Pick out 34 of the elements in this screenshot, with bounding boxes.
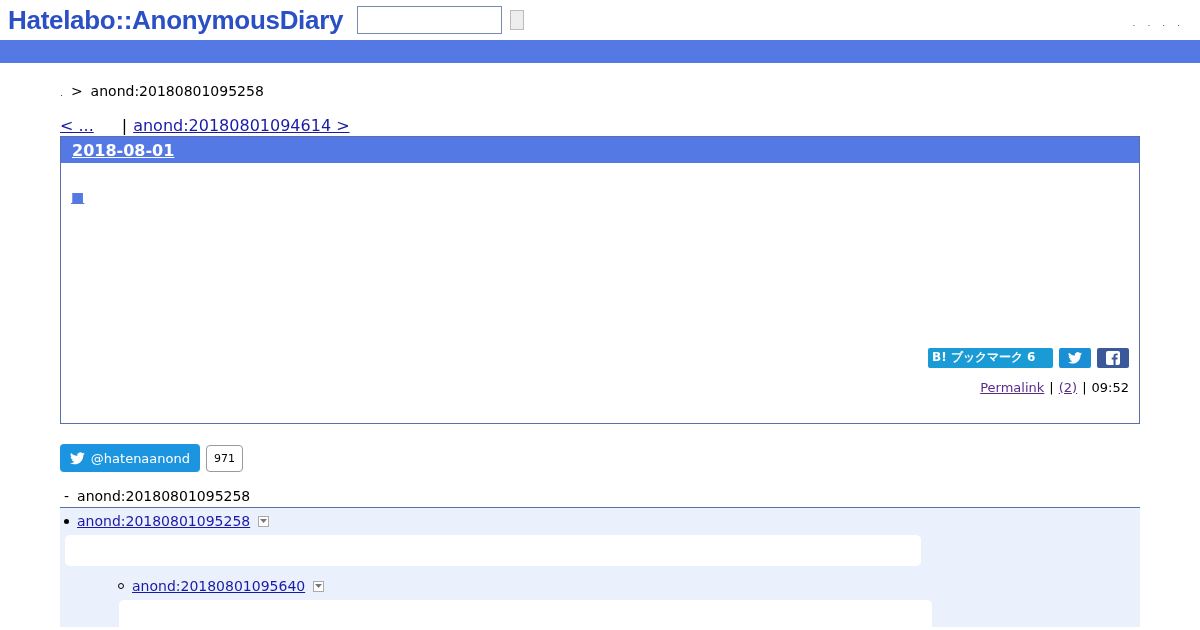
caret-icon (315, 584, 323, 588)
previous-link[interactable]: < ... (60, 116, 116, 135)
comments-link[interactable]: (2) (1058, 380, 1078, 395)
nav-link[interactable]: . (1177, 12, 1180, 28)
dropdown-toggle[interactable] (258, 515, 270, 527)
reference-link[interactable]: anond:20180801095258 (77, 513, 251, 529)
bird-icon (70, 451, 85, 465)
title-link[interactable]: ■ (71, 189, 85, 205)
follower-count: 971 (206, 444, 243, 472)
site-logo[interactable]: Hatelabo::AnonymousDiary (8, 4, 344, 36)
footer-separator: | (1082, 380, 1087, 395)
section-marker: - (64, 488, 70, 504)
facebook-share-button[interactable] (1097, 348, 1129, 368)
next-link[interactable]: anond:20180801094614 > (133, 116, 350, 135)
bullet-icon (64, 518, 69, 524)
nav-link[interactable]: . (1132, 12, 1136, 28)
tweet-button[interactable] (1059, 348, 1091, 368)
facebook-icon (1106, 351, 1120, 365)
breadcrumb-current: anond:20180801095258 (90, 83, 264, 99)
nav-link[interactable]: . (1147, 12, 1151, 28)
date-link[interactable]: 2018-08-01 (72, 140, 175, 160)
bird-icon (1068, 352, 1082, 364)
reference-link[interactable]: anond:20180801095640 (132, 578, 306, 594)
pager-separator: | (121, 116, 128, 135)
caret-icon (260, 519, 268, 523)
home-link[interactable]: . (60, 88, 63, 98)
nav-link[interactable]: . (1162, 12, 1166, 28)
footer-separator: | (1049, 380, 1054, 395)
post-time: 09:52 (1091, 380, 1129, 395)
permalink-link[interactable]: Permalink (980, 380, 1045, 395)
breadcrumb-separator: > (70, 83, 83, 99)
section-title: anond:20180801095258 (77, 488, 251, 504)
search-field[interactable] (357, 6, 503, 34)
dropdown-toggle[interactable] (313, 580, 325, 592)
